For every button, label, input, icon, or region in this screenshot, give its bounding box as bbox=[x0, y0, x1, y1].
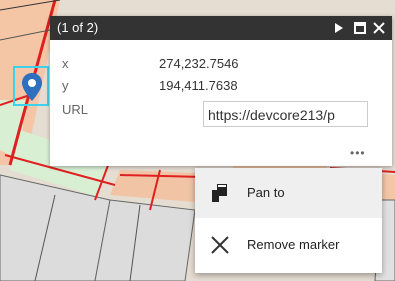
menu-item-label: Pan to bbox=[247, 185, 285, 200]
feature-popup: (1 of 2) x 274,232.7546 y 194,411.7638 U… bbox=[50, 16, 392, 166]
actions-menu: Pan to Remove marker bbox=[195, 168, 382, 273]
url-field[interactable]: https://devcore213/p bbox=[203, 101, 368, 127]
field-value-x: 274,232.7546 bbox=[159, 56, 239, 71]
pan-to-icon bbox=[212, 184, 227, 202]
maximize-icon bbox=[354, 22, 366, 34]
field-label-url: URL bbox=[62, 102, 89, 117]
next-feature-button[interactable] bbox=[328, 16, 350, 40]
popup-header: (1 of 2) bbox=[50, 16, 392, 40]
close-popup-button[interactable] bbox=[368, 16, 390, 40]
more-actions-button[interactable]: ••• bbox=[350, 146, 366, 160]
play-icon bbox=[335, 23, 343, 33]
popup-title: (1 of 2) bbox=[57, 20, 99, 35]
menu-item-pan-to[interactable]: Pan to bbox=[195, 168, 382, 218]
close-icon bbox=[373, 22, 385, 34]
field-label-x: x bbox=[62, 56, 69, 71]
menu-item-remove-marker[interactable]: Remove marker bbox=[195, 220, 382, 270]
close-icon bbox=[211, 236, 229, 254]
field-label-y: y bbox=[62, 78, 69, 93]
field-value-y: 194,411.7638 bbox=[159, 78, 238, 93]
location-marker[interactable] bbox=[13, 66, 49, 106]
menu-item-label: Remove marker bbox=[247, 237, 340, 252]
map-pin-icon bbox=[22, 73, 42, 101]
